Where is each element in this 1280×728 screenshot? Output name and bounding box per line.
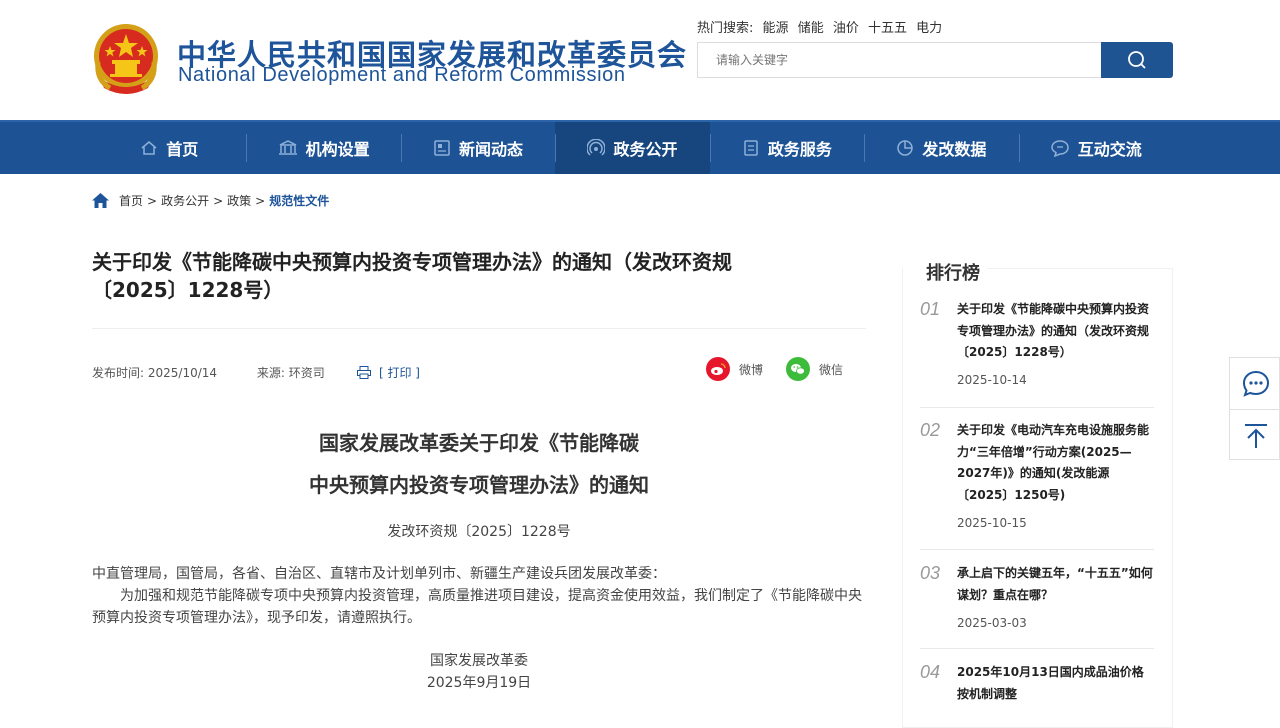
ranking-title: 排行榜 <box>926 259 986 285</box>
nav-item-services[interactable]: 政务服务 <box>709 122 864 174</box>
rank-number: 04 <box>920 662 941 682</box>
broadcast-icon <box>587 139 606 156</box>
nav-label: 政务公开 <box>613 140 678 159</box>
building-icon <box>278 140 297 155</box>
national-emblem-icon[interactable] <box>92 22 160 96</box>
site-header: 中华人民共和国国家发展和改革委员会 National Development a… <box>0 0 1280 120</box>
document-icon <box>744 140 758 156</box>
share-label: 微信 <box>819 362 844 377</box>
share-label: 微博 <box>739 362 764 377</box>
divider <box>92 328 866 329</box>
breadcrumb-link[interactable]: 首页 <box>119 192 143 209</box>
ranking-item[interactable]: 04 2025年10月13日国内成品油价格按机制调整 <box>920 662 1154 708</box>
nav-label: 机构设置 <box>305 140 370 159</box>
publish-date: 2025/10/14 <box>147 366 218 380</box>
nav-label: 互动交流 <box>1077 140 1142 159</box>
hot-keyword[interactable]: 能源 <box>763 21 789 36</box>
ranking-item[interactable]: 02 关于印发《电动汽车充电设施服务能力“三年倍增”行动方案(2025—2027… <box>920 420 1154 540</box>
document-title-line: 中央预算内投资专项管理办法》的通知 <box>309 473 649 497</box>
signer: 国家发展改革委 <box>430 653 528 669</box>
wechat-icon <box>786 357 810 381</box>
breadcrumb-link[interactable]: 政务公开 <box>161 192 209 209</box>
hot-search: 热门搜索: 能源 储能 油价 十五五 电力 <box>697 17 947 36</box>
news-icon <box>434 140 450 156</box>
search-input[interactable] <box>697 42 1101 78</box>
floating-toolbar <box>1229 357 1280 460</box>
ranking-divider <box>987 268 1173 269</box>
pie-chart-icon <box>897 140 914 156</box>
arrow-up-icon <box>1244 423 1267 448</box>
nav-item-home[interactable]: 首页 <box>92 122 246 174</box>
source-label: 来源: <box>256 366 285 380</box>
rank-item-title[interactable]: 关于印发《电动汽车充电设施服务能力“三年倍增”行动方案(2025—2027年)》… <box>957 420 1154 506</box>
nav-item-organization[interactable]: 机构设置 <box>246 122 400 174</box>
printer-icon <box>357 366 371 379</box>
rank-item-date: 2025-03-03 <box>957 616 1027 630</box>
chat-bubble-icon <box>1242 370 1269 397</box>
nav-label: 发改数据 <box>922 140 987 159</box>
share-wechat-button[interactable]: 微信 <box>786 357 843 381</box>
search-icon <box>1128 51 1146 69</box>
home-icon <box>141 141 157 155</box>
nav-item-news[interactable]: 新闻动态 <box>400 122 555 174</box>
search-bar <box>697 42 1173 78</box>
print-label: [ 打印 ] <box>379 366 420 380</box>
source-value: 环资司 <box>288 366 325 380</box>
ranking-item[interactable]: 01 关于印发《节能降碳中央预算内投资专项管理办法》的通知（发改环资规〔2025… <box>920 299 1154 399</box>
home-icon[interactable] <box>92 193 109 208</box>
ranking-separator <box>920 648 1154 649</box>
breadcrumb-separator: > <box>147 193 158 208</box>
article-meta: 发布时间: 2025/10/14 来源: 环资司 <box>92 364 325 381</box>
breadcrumb-separator: > <box>255 193 266 208</box>
back-to-top-button[interactable] <box>1230 410 1280 461</box>
rank-item-date: 2025-10-15 <box>957 516 1027 530</box>
main-nav: 首页 机构设置 新闻动态 政务公开 政务服务 发改数据 互动交流 <box>0 120 1280 174</box>
ranking-separator <box>920 407 1154 408</box>
rank-item-title[interactable]: 2025年10月13日国内成品油价格按机制调整 <box>957 662 1154 705</box>
breadcrumb: 首页 > 政务公开 > 政策 > 规范性文件 <box>92 192 329 209</box>
breadcrumb-separator: > <box>213 193 224 208</box>
ranking-separator <box>920 549 1154 550</box>
document-number: 发改环资规〔2025〕1228号 <box>387 524 571 540</box>
nav-item-interaction[interactable]: 互动交流 <box>1018 122 1173 174</box>
nav-label: 政务服务 <box>767 140 832 159</box>
hot-keyword[interactable]: 储能 <box>798 21 824 36</box>
rank-number: 03 <box>920 563 941 583</box>
share-weibo-button[interactable]: 微博 <box>706 357 763 381</box>
hot-keyword[interactable]: 十五五 <box>868 21 907 36</box>
recipients-paragraph: 中直管理局，国管局，各省、自治区、直辖市及计划单列市、新疆生产建设兵团发展改革委… <box>92 566 666 582</box>
publish-label: 发布时间: <box>92 366 145 380</box>
chat-icon <box>1050 140 1069 157</box>
weibo-icon <box>706 357 730 381</box>
document-title-line: 国家发展改革委关于印发《节能降碳 <box>319 431 639 455</box>
ranking-item[interactable]: 03 承上启下的关键五年，“十五五”如何谋划？重点在哪？ 2025-03-03 <box>920 563 1154 643</box>
rank-item-title[interactable]: 承上启下的关键五年，“十五五”如何谋划？重点在哪？ <box>957 563 1154 606</box>
rank-number: 01 <box>920 299 941 319</box>
nav-label: 首页 <box>166 140 199 159</box>
body-paragraph: 为加强和规范节能降碳专项中央预算内投资管理，高质量推进项目建设，提高资金使用效益… <box>92 588 862 626</box>
nav-item-data[interactable]: 发改数据 <box>864 122 1018 174</box>
breadcrumb-current[interactable]: 规范性文件 <box>269 192 329 209</box>
nav-item-gov-affairs[interactable]: 政务公开 <box>555 122 710 174</box>
print-button[interactable]: [ 打印 ] <box>357 364 420 381</box>
hot-search-label: 热门搜索: <box>697 21 754 36</box>
rank-item-date: 2025-10-14 <box>957 373 1027 387</box>
rank-item-title[interactable]: 关于印发《节能降碳中央预算内投资专项管理办法》的通知（发改环资规〔2025〕12… <box>957 299 1154 364</box>
breadcrumb-link[interactable]: 政策 <box>227 192 251 209</box>
article-title: 关于印发《节能降碳中央预算内投资专项管理办法》的通知（发改环资规〔2025〕12… <box>92 250 732 302</box>
search-button[interactable] <box>1101 42 1173 78</box>
sign-date: 2025年9月19日 <box>426 675 532 691</box>
rank-number: 02 <box>920 420 941 440</box>
nav-label: 新闻动态 <box>459 140 524 159</box>
site-title-en[interactable]: National Development and Reform Commissi… <box>178 64 626 87</box>
hot-keyword[interactable]: 电力 <box>916 21 942 36</box>
hot-keyword[interactable]: 油价 <box>833 21 859 36</box>
feedback-button[interactable] <box>1230 358 1280 409</box>
